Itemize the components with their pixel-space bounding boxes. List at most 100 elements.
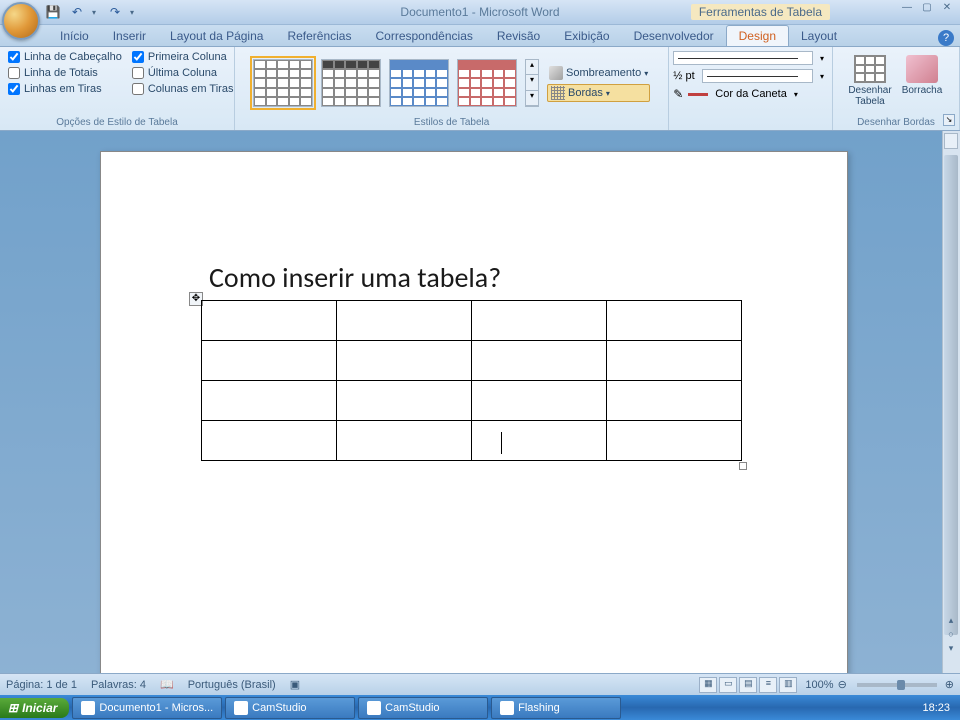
eraser-icon xyxy=(906,55,938,83)
eraser-button[interactable]: Borracha xyxy=(898,55,946,96)
tab-inserir[interactable]: Inserir xyxy=(101,26,158,46)
table-row[interactable] xyxy=(202,341,742,381)
scrollbar-thumb[interactable] xyxy=(944,155,958,635)
chk-first-col[interactable]: Primeira Coluna xyxy=(132,51,234,63)
tab-exibicao[interactable]: Exibição xyxy=(552,26,621,46)
tab-design[interactable]: Design xyxy=(726,25,789,46)
taskbar-item-camstudio2[interactable]: CamStudio xyxy=(358,697,488,719)
quick-access-toolbar: 💾 ↶ ▾ ↷ ▾ xyxy=(44,3,138,21)
borders-button[interactable]: Bordas▾ xyxy=(547,84,650,102)
start-label: Iniciar xyxy=(22,701,57,715)
dialog-launcher[interactable]: ↘ xyxy=(943,114,955,126)
group-table-styles: ▴▾▾ Sombreamento▾ Bordas▾ Estilos de Tab… xyxy=(235,47,669,130)
chk-banded-cols-label: Colunas em Tiras xyxy=(148,83,234,95)
tab-revisao[interactable]: Revisão xyxy=(485,26,552,46)
taskbar-item-camstudio1[interactable]: CamStudio xyxy=(225,697,355,719)
status-language[interactable]: Português (Brasil) xyxy=(188,679,276,691)
taskbar-item-label: Flashing xyxy=(518,702,560,714)
taskbar: ⊞ Iniciar Documento1 - Micros... CamStudi… xyxy=(0,695,960,720)
save-icon[interactable]: 💾 xyxy=(44,3,62,21)
draw-table-icon xyxy=(854,55,886,83)
undo-icon[interactable]: ↶ xyxy=(68,3,86,21)
line-weight-value: ½ pt xyxy=(673,70,694,82)
chk-last-col-label: Última Coluna xyxy=(148,67,217,79)
table-row[interactable] xyxy=(202,301,742,341)
macro-record-icon[interactable]: ▣ xyxy=(290,678,300,691)
view-draft[interactable]: ▥ xyxy=(779,677,797,693)
tab-desenvolvedor[interactable]: Desenvolvedor xyxy=(622,26,726,46)
table-style-3[interactable] xyxy=(389,59,449,107)
taskbar-item-label: Documento1 - Micros... xyxy=(99,702,213,714)
chk-total-row[interactable]: Linha de Totais xyxy=(8,67,122,79)
window-title: Documento1 - Microsoft Word xyxy=(400,5,559,19)
document-heading[interactable]: Como inserir uma tabela? xyxy=(209,260,501,295)
bucket-icon xyxy=(549,66,563,80)
pen-color-selector[interactable]: ✎Cor da Caneta▾ xyxy=(673,87,828,101)
chk-last-col[interactable]: Última Coluna xyxy=(132,67,234,79)
app-icon xyxy=(500,701,514,715)
line-weight-selector[interactable]: ½ pt▾ xyxy=(673,69,828,83)
chk-banded-cols[interactable]: Colunas em Tiras xyxy=(132,83,234,95)
document-table[interactable] xyxy=(201,300,742,461)
view-print-layout[interactable]: ▦ xyxy=(699,677,717,693)
undo-dropdown[interactable]: ▾ xyxy=(92,8,100,17)
taskbar-item-word[interactable]: Documento1 - Micros... xyxy=(72,697,222,719)
status-words[interactable]: Palavras: 4 xyxy=(91,679,146,691)
proofing-icon[interactable]: 📖 xyxy=(160,678,174,691)
chk-header-row[interactable]: Linha de Cabeçalho xyxy=(8,51,122,63)
qat-customize[interactable]: ▾ xyxy=(130,8,138,17)
tab-correspondencias[interactable]: Correspondências xyxy=(363,26,484,46)
next-page-icon[interactable]: ▾ xyxy=(944,643,958,657)
browse-object-icon[interactable]: ○ xyxy=(944,629,958,643)
page[interactable]: Como inserir uma tabela? ✥ xyxy=(100,151,848,695)
zoom-in-button[interactable]: ⊕ xyxy=(945,678,954,691)
close-button[interactable]: ✕ xyxy=(938,2,956,18)
table-row[interactable] xyxy=(202,421,742,461)
tab-inicio[interactable]: Início xyxy=(48,26,101,46)
zoom-level[interactable]: 100% xyxy=(805,679,833,691)
view-web-layout[interactable]: ▤ xyxy=(739,677,757,693)
shading-button[interactable]: Sombreamento▾ xyxy=(547,64,650,82)
tab-layout-pagina[interactable]: Layout da Página xyxy=(158,26,275,46)
chk-banded-rows[interactable]: Linhas em Tiras xyxy=(8,83,122,95)
contextual-tab-label: Ferramentas de Tabela xyxy=(691,4,830,20)
table-style-1[interactable] xyxy=(253,59,313,107)
office-button[interactable] xyxy=(2,2,40,40)
status-page[interactable]: Página: 1 de 1 xyxy=(6,679,77,691)
tab-referencias[interactable]: Referências xyxy=(275,26,363,46)
redo-icon[interactable]: ↷ xyxy=(106,3,124,21)
view-full-screen[interactable]: ▭ xyxy=(719,677,737,693)
statusbar: Página: 1 de 1 Palavras: 4 📖 Português (… xyxy=(0,673,960,695)
taskbar-item-label: CamStudio xyxy=(385,702,439,714)
table-row[interactable] xyxy=(202,381,742,421)
grid-icon xyxy=(551,86,565,100)
chk-first-col-label: Primeira Coluna xyxy=(148,51,227,63)
table-resize-handle[interactable] xyxy=(739,462,747,470)
group-border-settings: ▾ ½ pt▾ ✎Cor da Caneta▾ xyxy=(669,47,833,130)
line-style-selector[interactable]: ▾ xyxy=(673,51,828,65)
minimize-button[interactable]: — xyxy=(898,2,916,18)
vertical-scrollbar[interactable]: ▴○▾ xyxy=(942,131,960,677)
table-style-4[interactable] xyxy=(457,59,517,107)
prev-page-icon[interactable]: ▴ xyxy=(944,615,958,629)
table-style-2[interactable] xyxy=(321,59,381,107)
taskbar-item-label: CamStudio xyxy=(252,702,306,714)
group-label-styles: Estilos de Tabela xyxy=(243,117,660,128)
zoom-out-button[interactable]: ⊖ xyxy=(838,678,847,691)
document-area: Como inserir uma tabela? ✥ ▴○▾ xyxy=(0,131,960,695)
maximize-button[interactable]: ▢ xyxy=(918,2,936,18)
ruler-toggle[interactable] xyxy=(944,133,958,149)
taskbar-clock[interactable]: 18:23 xyxy=(912,702,960,714)
chk-header-row-label: Linha de Cabeçalho xyxy=(24,51,122,63)
windows-icon: ⊞ xyxy=(8,701,18,715)
help-icon[interactable]: ? xyxy=(938,30,954,46)
draw-table-button[interactable]: Desenhar Tabela xyxy=(846,55,894,107)
zoom-slider[interactable] xyxy=(857,683,937,687)
view-outline[interactable]: ≡ xyxy=(759,677,777,693)
tab-layout[interactable]: Layout xyxy=(789,26,849,46)
taskbar-item-flashing[interactable]: Flashing xyxy=(491,697,621,719)
start-button[interactable]: ⊞ Iniciar xyxy=(0,698,69,718)
gallery-scroll[interactable]: ▴▾▾ xyxy=(525,59,539,107)
app-icon xyxy=(367,701,381,715)
draw-table-label: Desenhar Tabela xyxy=(848,85,891,107)
